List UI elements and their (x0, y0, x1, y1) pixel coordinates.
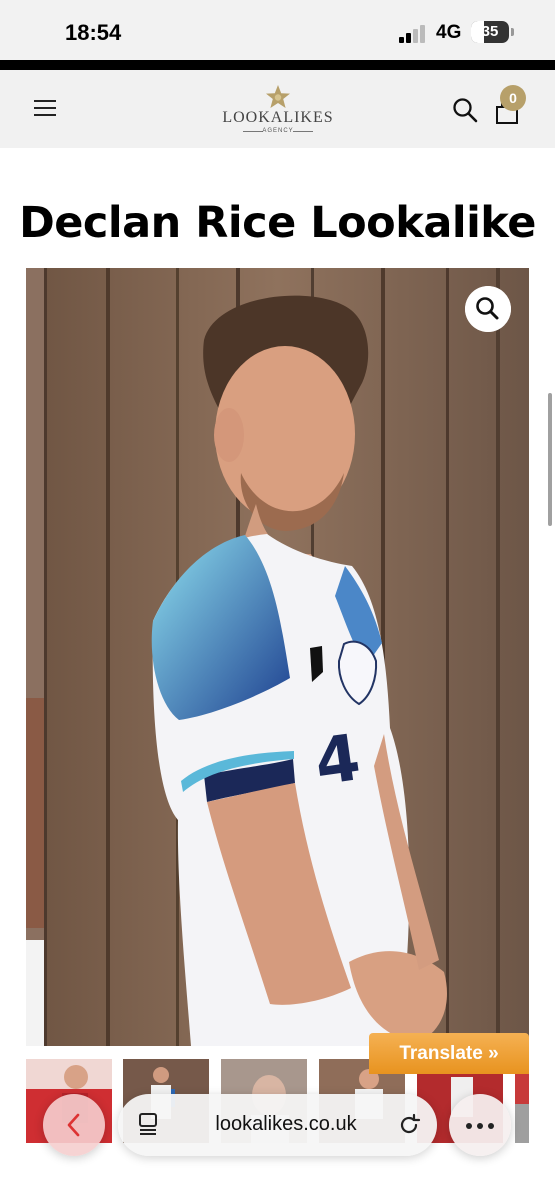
man-photo-illustration: 4 (26, 268, 529, 1046)
site-logo[interactable]: LOOKALIKES AGENCY (219, 84, 337, 138)
battery-icon: 35 (471, 21, 509, 43)
tabs-icon[interactable] (136, 1112, 160, 1137)
cellular-signal-icon (399, 23, 429, 43)
star-logo-icon (266, 85, 290, 108)
search-icon[interactable] (452, 97, 478, 123)
logo-rule-right (293, 131, 313, 132)
hamburger-menu-icon[interactable] (34, 100, 56, 118)
reload-icon[interactable] (397, 1113, 421, 1137)
network-type: 4G (436, 22, 462, 43)
cart-count-badge[interactable]: 0 (500, 85, 526, 111)
product-main-image[interactable]: 4 (26, 268, 529, 1046)
status-bar: 18:54 4G 35 (0, 0, 555, 60)
battery-percentage: 35 (481, 23, 499, 40)
logo-subtext: AGENCY (262, 128, 294, 134)
logo-text: LOOKALIKES (222, 109, 334, 126)
magnifier-icon[interactable] (465, 286, 511, 332)
chevron-left-icon[interactable] (64, 1113, 82, 1137)
translate-button[interactable]: Translate » (369, 1033, 529, 1074)
product-title: Declan Rice Lookalike (19, 198, 536, 248)
url-text[interactable]: lookalikes.co.uk (196, 1113, 376, 1136)
page-scrollbar[interactable] (548, 393, 552, 526)
battery-cap (511, 28, 514, 36)
top-divider (0, 60, 555, 70)
more-dots-icon[interactable] (466, 1123, 494, 1129)
status-time: 18:54 (65, 20, 122, 45)
